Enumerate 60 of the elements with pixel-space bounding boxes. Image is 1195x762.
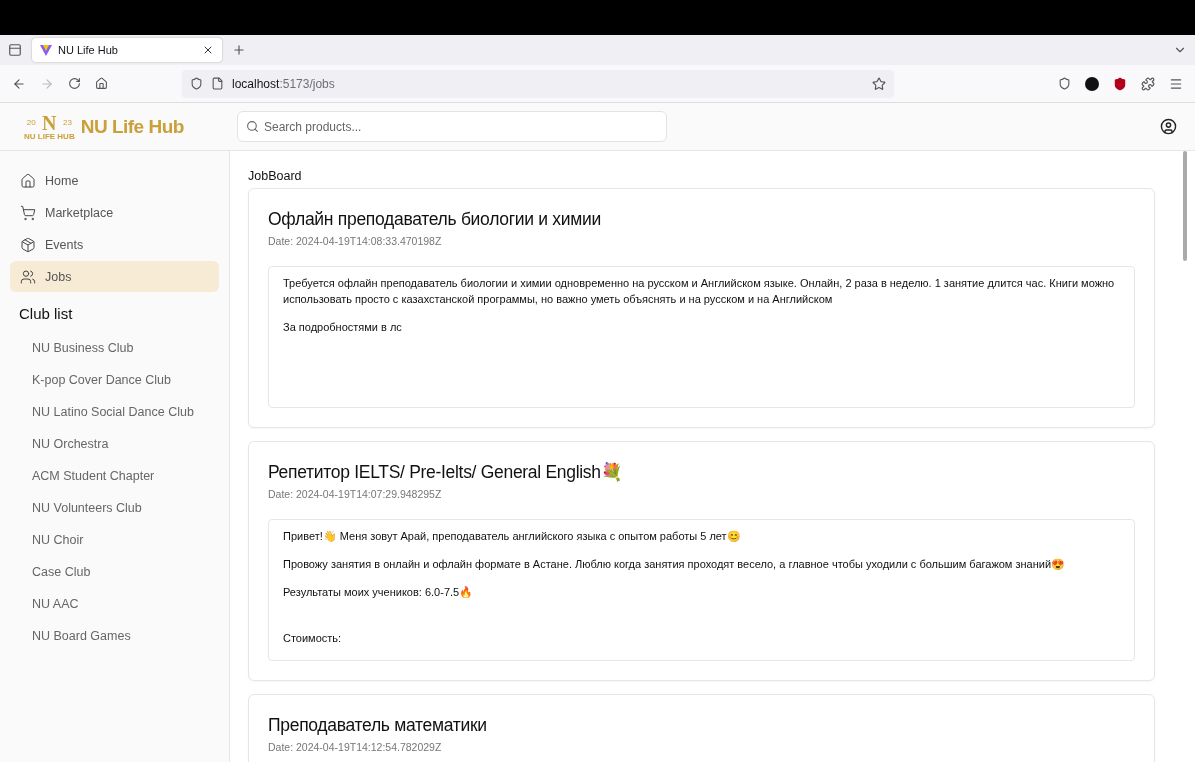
paragraph: Требуется офлайн преподаватель биологии и химии одновременно на русском и Английском языке. Онлайн, 2 раза в неделю. 1 занятие длится час. Книги можно использовать просто с казахстанской программы, но важно уметь объяснять и на русском и на Английском <box>283 276 1116 307</box>
extensions-icon[interactable] <box>1141 76 1155 91</box>
paragraph: Привет!👋 Меня зовут Арай, преподаватель английского языка с опытом работы 5 лет😊 <box>283 529 742 544</box>
club-link[interactable]: NU Business Club <box>10 332 219 364</box>
paragraph: Результаты моих учеников: 6.0-7.5🔥 <box>283 585 475 600</box>
url-text: localhost:5173/jobs <box>232 76 335 91</box>
club-link[interactable]: NU Board Games <box>10 620 219 652</box>
club-link[interactable]: NU Volunteers Club <box>10 492 219 524</box>
logo-year: 23 <box>63 118 72 127</box>
nav-item[interactable]: Events <box>10 229 219 260</box>
club-link[interactable]: NU AAC <box>10 588 219 620</box>
logo-year: 20 <box>26 118 36 127</box>
search-icon <box>246 120 259 133</box>
close-icon[interactable] <box>202 44 214 56</box>
club-link[interactable]: NU Choir <box>10 524 219 556</box>
job-title: Преподаватель математики <box>268 715 488 736</box>
brand-name: NU Life Hub <box>80 115 184 138</box>
page-icon <box>211 77 224 90</box>
address-bar[interactable]: localhost:5173/jobs <box>182 69 894 98</box>
scrollbar-thumb[interactable] <box>1183 151 1187 261</box>
logo-letter: N <box>42 112 57 133</box>
shield-icon[interactable] <box>1113 76 1127 91</box>
club-link[interactable]: NU Latino Social Dance Club <box>10 396 219 428</box>
nav-item[interactable]: Jobs <box>10 261 219 292</box>
tab-title: NU Life Hub <box>58 44 118 56</box>
people-icon <box>20 268 36 285</box>
job-title: Офлайн преподаватель биологии и химии <box>268 209 602 230</box>
club-link[interactable]: NU Orchestra <box>10 428 219 460</box>
paragraph: За подробностями в лс <box>283 320 403 335</box>
page-title: JobBoard <box>248 169 303 183</box>
user-icon[interactable] <box>1160 118 1177 135</box>
paragraph: Провожу занятия в онлайн и офлайн формате в Астане. Люблю когда занятия проходят весело, а главное чтобы уходили с большим багажом знаний😍 <box>283 557 1067 572</box>
job-date: Date: 2024-04-19T14:07:29.948295Z <box>268 488 443 500</box>
back-icon[interactable] <box>12 76 26 91</box>
search-field[interactable]: Search products... <box>237 111 667 142</box>
new-tab-icon[interactable] <box>232 43 246 57</box>
club-link[interactable]: ACM Student Chapter <box>10 460 219 492</box>
job-date: Date: 2024-04-19T14:12:54.782029Z <box>268 741 443 753</box>
shield-icon <box>190 77 203 90</box>
circle-icon[interactable] <box>1085 76 1099 91</box>
nav-item[interactable]: Home <box>10 165 219 196</box>
menu-icon[interactable] <box>1169 76 1183 91</box>
cart-icon <box>20 204 36 221</box>
club-link[interactable]: Case Club <box>10 556 219 588</box>
box-icon <box>20 236 36 253</box>
home-icon[interactable] <box>95 77 108 90</box>
logo-ring-text: NU LIFE HUB <box>24 132 75 141</box>
tab-list-icon[interactable] <box>8 43 22 57</box>
reload-icon[interactable] <box>68 77 81 90</box>
section-heading: Club list <box>18 304 74 324</box>
job-date: Date: 2024-04-19T14:08:33.470198Z <box>268 235 443 247</box>
bookmark-star-icon[interactable] <box>872 76 886 91</box>
job-title: Репетитор IELTS/ Pre-Ielts/ General English💐 <box>268 462 624 483</box>
home-icon <box>20 172 36 189</box>
club-link[interactable]: K-pop Cover Dance Club <box>10 364 219 396</box>
triangle-icon <box>40 44 52 56</box>
paragraph: Стоимость: <box>283 631 343 646</box>
browser-tab[interactable]: NU Life Hub <box>32 38 222 62</box>
nav-item[interactable]: Marketplace <box>10 197 219 228</box>
shield-icon[interactable] <box>1058 77 1071 90</box>
